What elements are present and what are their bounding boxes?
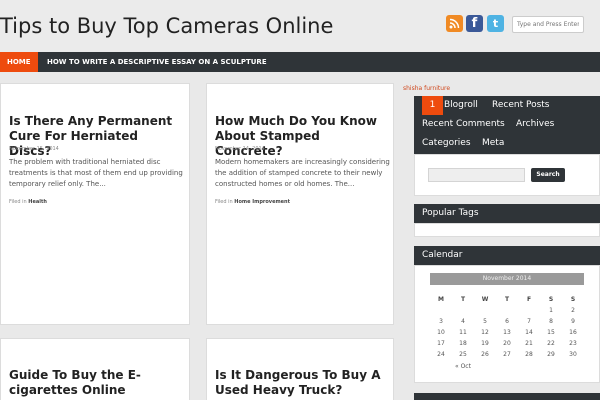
post-category: Filed in Health [9, 199, 47, 205]
popular-tags-body [414, 223, 600, 237]
calendar-day [518, 305, 540, 316]
calendar-day: 11 [459, 329, 467, 336]
calendar-weekday: F [526, 296, 532, 303]
calendar-week-row: 24 25 26 27 28 29 30 [430, 349, 584, 360]
post-card: Is There Any Permanent Cure For Herniate… [0, 83, 190, 325]
post-card: Guide To Buy the E-cigarettes Online [0, 338, 190, 400]
post-title[interactable]: How Much Do You Know About Stamped Concr… [215, 114, 390, 159]
tab-recent-posts[interactable]: Recent Posts [492, 96, 550, 115]
post-title[interactable]: Guide To Buy the E-cigarettes Online [9, 368, 184, 398]
calendar-week-row: 3 4 5 6 7 8 9 [430, 316, 584, 327]
calendar-day: 9 [571, 318, 575, 325]
calendar-day [474, 305, 496, 316]
calendar-week-row: 12 [430, 305, 584, 316]
calendar-day: 13 [503, 329, 511, 336]
calendar-week-row: 10 11 12 13 14 15 16 [430, 327, 584, 338]
calendar-day: 30 [569, 351, 577, 358]
header: Tips to Buy Top Cameras Online f t [0, 0, 600, 52]
post-excerpt: The problem with traditional herniated d… [9, 158, 183, 188]
main-nav: Home How to Write a Descriptive Essay on… [0, 52, 600, 72]
search-button[interactable]: Search [531, 168, 565, 182]
calendar-day: 21 [525, 340, 533, 347]
calendar-weekday: T [504, 296, 510, 303]
calendar-day: 5 [483, 318, 487, 325]
calendar-day: 25 [459, 351, 467, 358]
post-excerpt: Modern homemakers are increasingly consi… [215, 158, 390, 188]
calendar-day: 6 [505, 318, 509, 325]
calendar-caption: November 2014 [430, 273, 584, 285]
calendar-week-row: 17 18 19 20 21 22 23 [430, 338, 584, 349]
calendar-day [496, 305, 518, 316]
post-date: November 15, 2014 [9, 146, 59, 152]
calendar-day: 18 [459, 340, 467, 347]
facebook-icon[interactable]: f [466, 15, 483, 32]
calendar-day: 22 [547, 340, 555, 347]
tab-1[interactable]: 1 [422, 96, 443, 115]
calendar-day: 17 [437, 340, 445, 347]
ad-link[interactable]: shisha furniture [403, 85, 450, 92]
calendar-title: Calendar [414, 246, 600, 265]
calendar-day: 28 [525, 351, 533, 358]
calendar-day: 15 [547, 329, 555, 336]
tab-blogroll[interactable]: Blogroll [444, 96, 478, 115]
tab-categories[interactable]: Categories [422, 134, 471, 153]
calendar-day: 10 [437, 329, 445, 336]
next-widget-header [414, 393, 600, 400]
popular-tags-title: Popular Tags [414, 204, 600, 223]
sidebar-search: Search [414, 154, 600, 196]
tab-archives[interactable]: Archives [516, 115, 554, 134]
rss-icon[interactable] [446, 15, 463, 32]
post-date: November 14, 2014 [215, 146, 265, 152]
calendar-weekday: T [460, 296, 466, 303]
nav-item-descriptive-essay[interactable]: How to Write a Descriptive Essay on a Sc… [40, 52, 274, 72]
calendar-day: 29 [547, 351, 555, 358]
twitter-icon[interactable]: t [487, 15, 504, 32]
calendar-day: 4 [461, 318, 465, 325]
post-card: How Much Do You Know About Stamped Concr… [206, 83, 394, 325]
sidebar-search-input[interactable] [428, 168, 525, 182]
post-title[interactable]: Is It Dangerous To Buy A Used Heavy Truc… [215, 368, 390, 398]
post-title[interactable]: Is There Any Permanent Cure For Herniate… [9, 114, 184, 159]
calendar-day: 14 [525, 329, 533, 336]
search-input[interactable] [512, 16, 584, 33]
post-category: Filed in Home Improvement [215, 199, 290, 205]
calendar-day: 19 [481, 340, 489, 347]
tab-meta[interactable]: Meta [482, 134, 504, 153]
calendar-day: 1 [549, 307, 553, 314]
calendar-weekday: S [548, 296, 554, 303]
calendar-day: 23 [569, 340, 577, 347]
calendar-grid: M T W T F S S 1 2 3 4 5 6 7 8 9 10 11 12 13 14 15 16 17 18 19 20 21… [430, 294, 584, 360]
nav-item-home[interactable]: Home [0, 52, 38, 72]
tab-recent-comments[interactable]: Recent Comments [422, 115, 505, 134]
category-link[interactable]: Home Improvement [234, 199, 290, 205]
calendar-day [430, 305, 452, 316]
calendar-day: 12 [481, 329, 489, 336]
sidebar-tabs: 1 Blogroll Recent Posts Recent Comments … [414, 96, 600, 154]
calendar-day [452, 305, 474, 316]
calendar-day: 26 [481, 351, 489, 358]
calendar-day: 2 [571, 307, 575, 314]
calendar-weekday: S [570, 296, 576, 303]
site-title[interactable]: Tips to Buy Top Cameras Online [0, 14, 333, 38]
calendar-day: 27 [503, 351, 511, 358]
calendar-day: 16 [569, 329, 577, 336]
category-link[interactable]: Health [28, 199, 47, 205]
calendar-day: 3 [439, 318, 443, 325]
calendar-day: 8 [549, 318, 553, 325]
filed-label: Filed in [9, 199, 27, 205]
filed-label: Filed in [215, 199, 233, 205]
calendar-day: 20 [503, 340, 511, 347]
calendar-weekday-row: MTWTFSS [430, 294, 584, 305]
calendar-day: 24 [437, 351, 445, 358]
calendar-weekday: W [481, 296, 489, 303]
calendar-prev-link[interactable]: « Oct [455, 363, 471, 370]
calendar-weekday: M [438, 296, 444, 303]
calendar-day: 7 [527, 318, 531, 325]
post-card: Is It Dangerous To Buy A Used Heavy Truc… [206, 338, 394, 400]
